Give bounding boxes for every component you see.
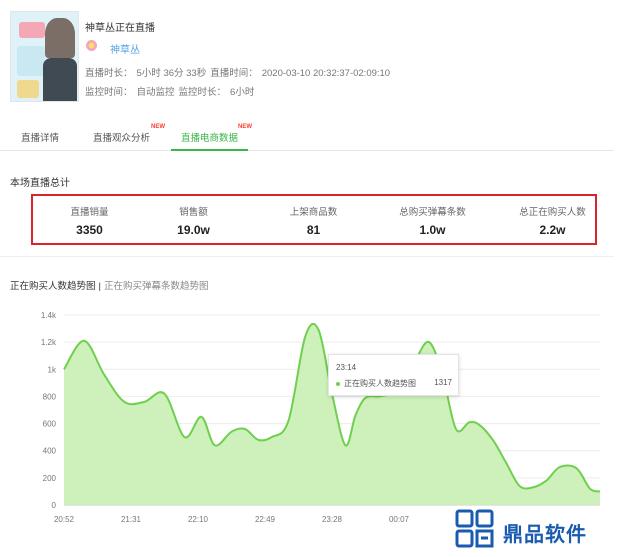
y-tick-label: 400 — [43, 447, 57, 456]
stat-value: 2.2w — [539, 223, 566, 237]
x-tick-label: 00:07 — [389, 515, 410, 524]
stat-label: 总正在购买人数 — [519, 207, 586, 218]
y-tick-label: 800 — [43, 392, 57, 401]
anchor-name-link[interactable]: 神草丛 — [110, 41, 140, 56]
tab-audience-analysis[interactable]: 直播观众分析 — [93, 130, 150, 144]
section-title: 本场直播总计 — [10, 178, 70, 189]
cover-decoration — [17, 46, 45, 76]
live-duration-row: 直播时长： 5小时 36分 33秒 直播时间： 2020-03-10 20:32:37… — [85, 65, 394, 79]
tab-live-details[interactable]: 直播详情 — [21, 130, 59, 144]
tab-ecommerce-data[interactable]: 直播电商数据 — [181, 130, 238, 144]
x-tick-label: 22:49 — [255, 515, 276, 524]
stat-label: 上架商品数 — [289, 207, 338, 218]
cover-decoration — [19, 22, 45, 38]
stat-value: 1.0w — [419, 223, 446, 237]
duration-value: 5小时 36分 33秒 — [136, 68, 207, 79]
monitor-row: 监控时间： 自动监控 监控时长： 6小时 — [85, 84, 258, 98]
active-tab-indicator — [171, 149, 248, 151]
new-badge: NEW — [151, 124, 165, 130]
cover-person-body — [43, 58, 77, 101]
monitor-duration-value: 6小时 — [230, 87, 255, 98]
x-tick-label: 23:28 — [322, 515, 343, 524]
stat-value: 19.0w — [177, 223, 210, 237]
y-tick-label: 1k — [48, 365, 57, 374]
stat-label: 直播销量 — [70, 207, 109, 218]
new-badge: NEW — [238, 124, 252, 130]
tooltip-series-name: 正在购买人数趋势图 — [344, 379, 416, 388]
stat-label: 总购买弹幕条数 — [399, 207, 466, 218]
series-dot-icon — [336, 382, 340, 386]
x-tick-label: 20:52 — [54, 515, 75, 524]
tabs-divider — [0, 150, 614, 151]
live-time-label: 直播时间： — [210, 68, 258, 79]
cover-decoration — [17, 80, 39, 98]
anchor-avatar-icon — [86, 40, 97, 51]
chart-tab-separator: | — [98, 281, 101, 292]
monitor-duration-label: 监控时长： — [178, 87, 227, 98]
summary-stats-box: 直播销量 3350 销售额 19.0w 上架商品数 81 总购买弹幕条数 1.0… — [31, 194, 597, 245]
live-time-value: 2020-03-10 20:32:37-02:09:10 — [261, 68, 391, 79]
live-cover-thumbnail[interactable] — [10, 11, 79, 102]
stat-value: 81 — [306, 223, 321, 237]
monitor-time-label: 监控时间： — [85, 87, 133, 98]
chart-tab-purchase-comments[interactable]: 正在购买弹幕条数趋势图 — [104, 281, 209, 292]
y-tick-label: 200 — [43, 474, 57, 483]
brand-logo-icon — [455, 509, 494, 548]
x-tick-label: 21:31 — [121, 515, 142, 524]
chart-tab-buying-users[interactable]: 正在购买人数趋势图 — [10, 281, 96, 292]
cover-person — [45, 18, 75, 58]
tooltip-time: 23:14 — [336, 363, 357, 372]
stat-value: 3350 — [76, 223, 103, 237]
y-tick-label: 1.4k — [41, 311, 57, 320]
monitor-time-value: 自动监控 — [136, 87, 175, 98]
tooltip-value: 1317 — [434, 378, 452, 387]
y-tick-label: 600 — [43, 420, 57, 429]
watermark: 鼎品软件 — [447, 505, 625, 557]
y-tick-label: 1.2k — [41, 338, 57, 347]
x-tick-label: 22:10 — [188, 515, 209, 524]
y-tick-label: 0 — [52, 501, 57, 510]
watermark-text: 鼎品软件 — [503, 524, 587, 546]
buying-users-trend-chart[interactable]: 0 200 400 600 800 1k 1.2k 1.4k 20:52 21:31 22:10 22… — [0, 300, 625, 530]
chart-tooltip: 23:14 正在购买人数趋势图 1317 — [328, 354, 459, 396]
section-divider — [0, 256, 614, 257]
chart-tabs: 正在购买人数趋势图 | 正在购买弹幕条数趋势图 — [10, 278, 209, 292]
duration-label: 直播时长： — [85, 68, 133, 79]
stat-label: 销售额 — [179, 207, 208, 218]
live-title: 神草丛正在直播 — [85, 23, 155, 34]
